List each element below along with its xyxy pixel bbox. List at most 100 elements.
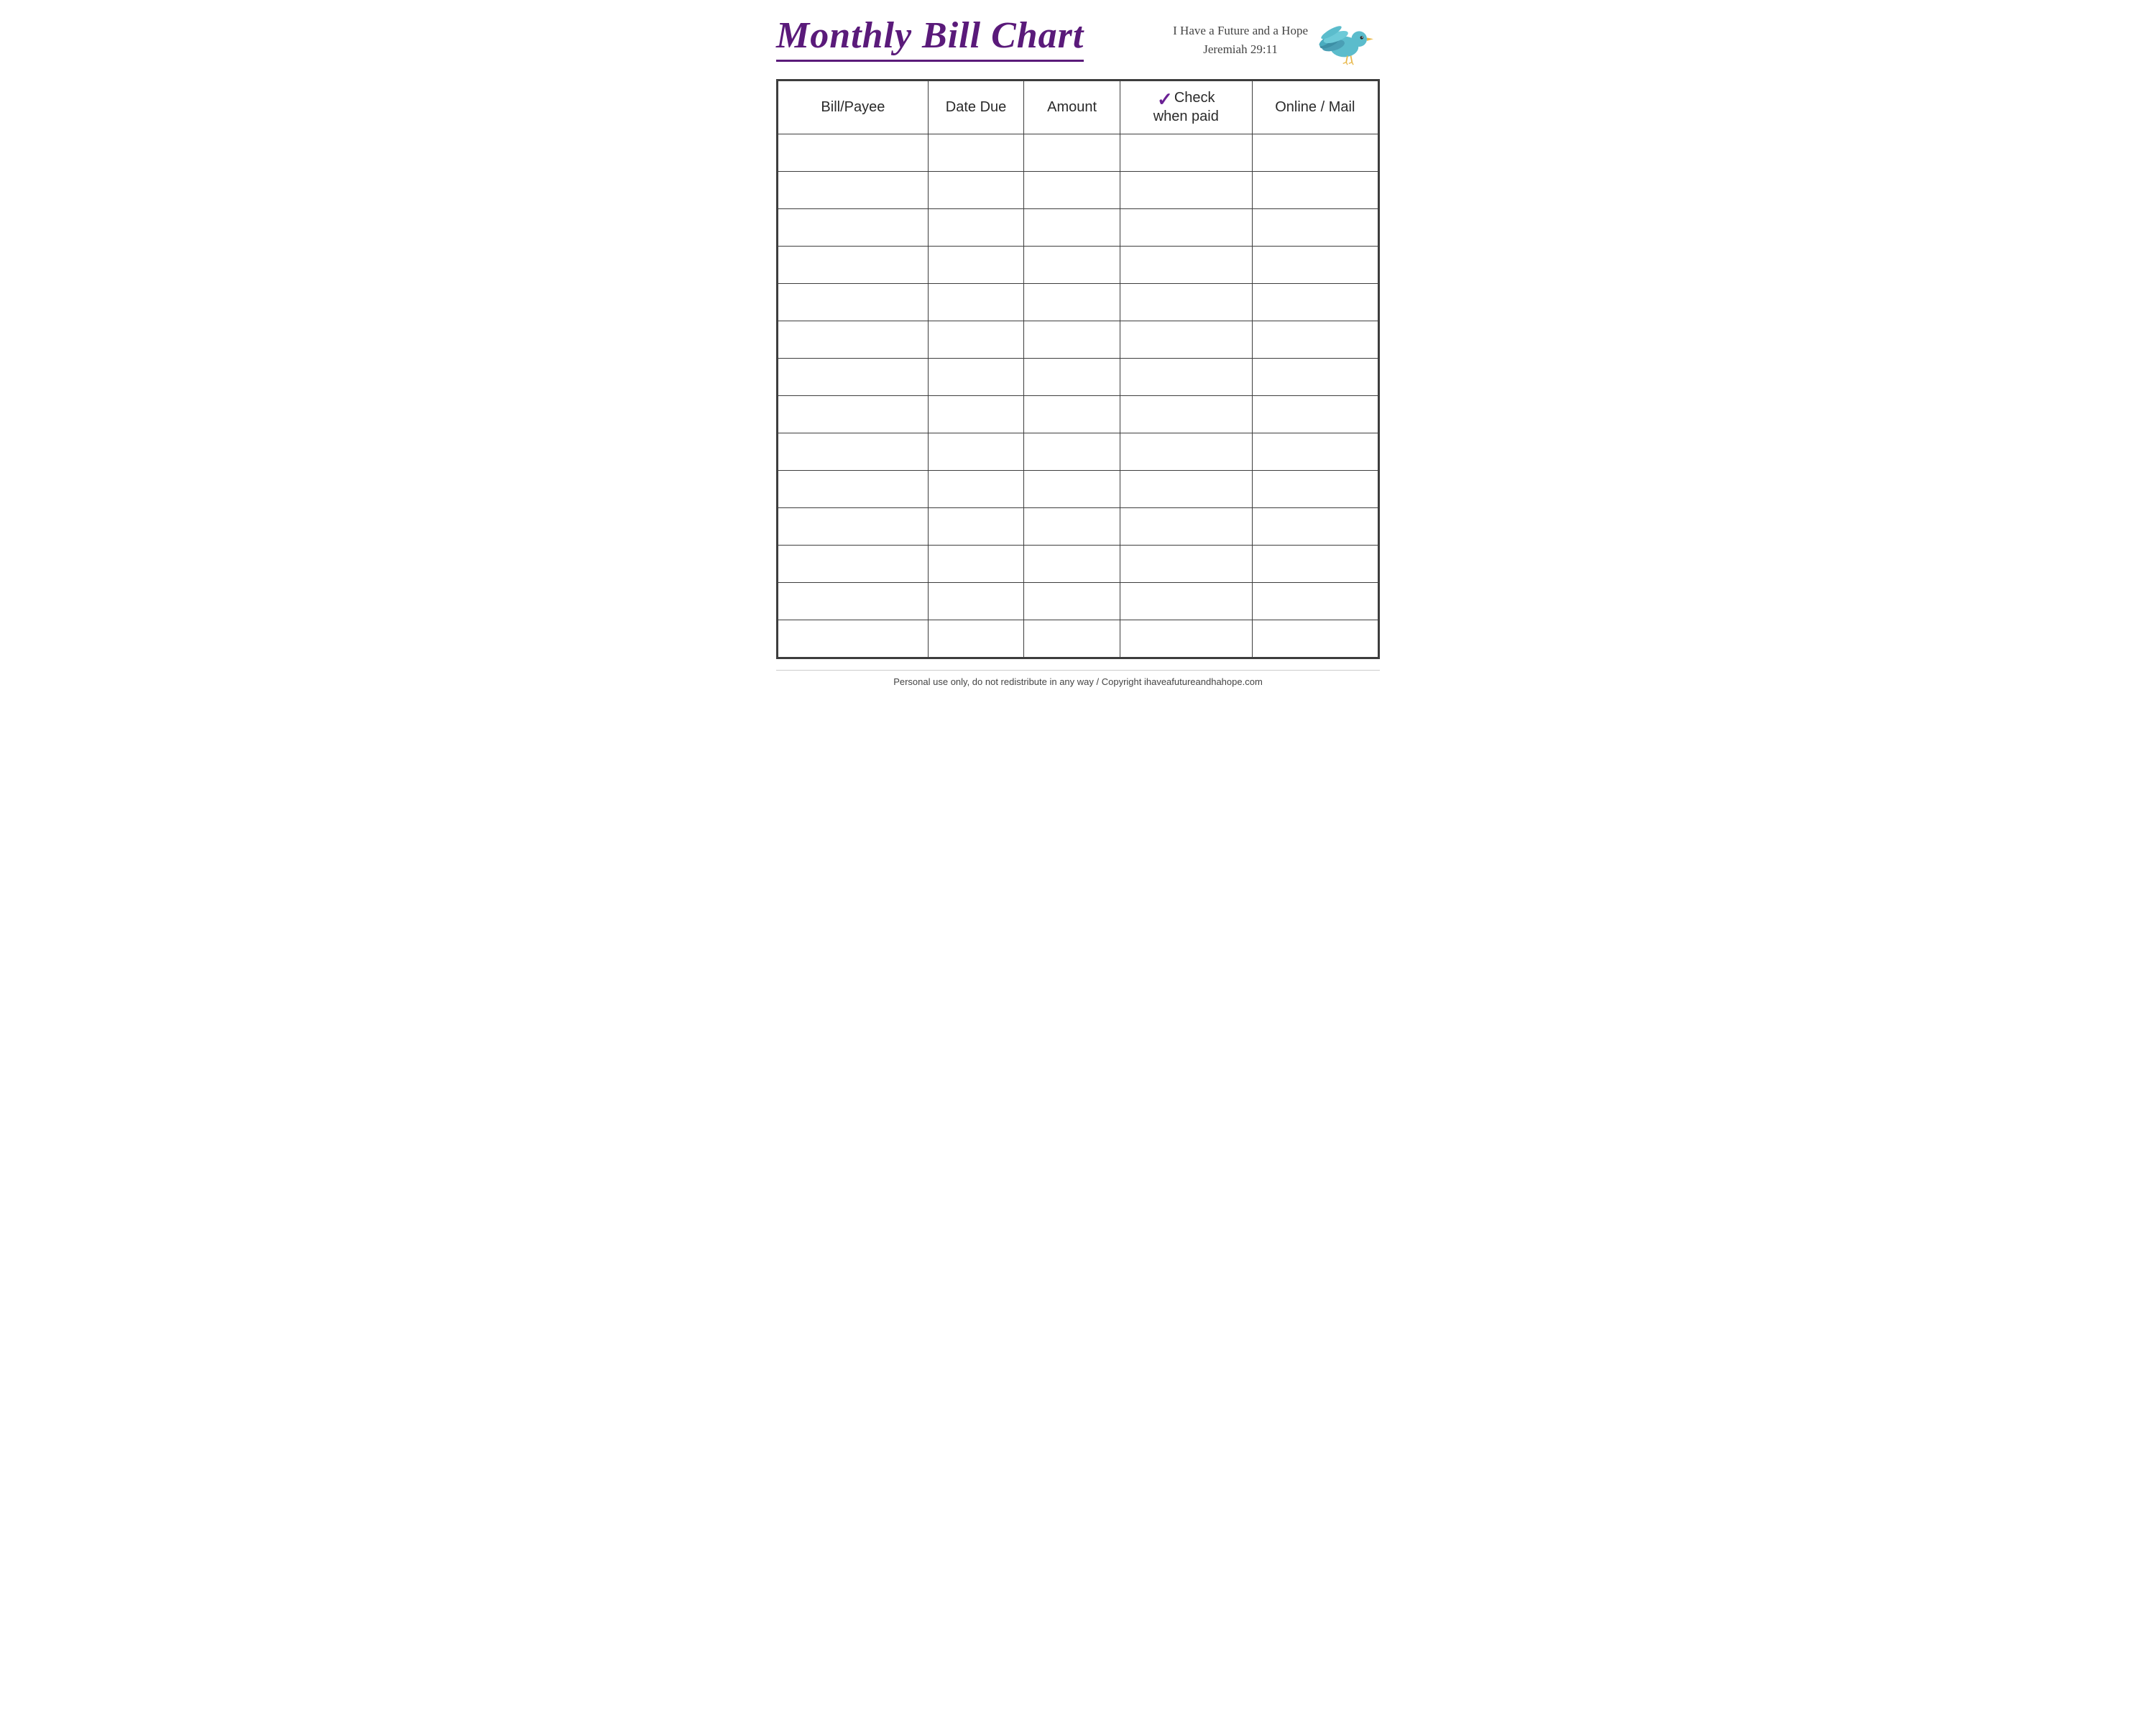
page-title: Monthly Bill Chart: [776, 14, 1084, 62]
table-row: [778, 359, 1378, 396]
table-cell: [928, 508, 1024, 546]
table-cell: [1024, 284, 1120, 321]
table-row: [778, 583, 1378, 620]
table-cell: [778, 396, 929, 433]
table-row: [778, 396, 1378, 433]
table-cell: [1252, 209, 1378, 247]
bill-chart-table: Bill/Payee Date Due Amount ✓ Check when …: [778, 80, 1378, 658]
table-cell: [1120, 247, 1252, 284]
table-cell: [928, 620, 1024, 658]
table-cell: [1024, 396, 1120, 433]
table-cell: [1120, 134, 1252, 172]
table-cell: [928, 247, 1024, 284]
table-cell: [778, 433, 929, 471]
table-cell: [928, 134, 1024, 172]
table-cell: [1024, 209, 1120, 247]
table-cell: [778, 620, 929, 658]
table-cell: [1120, 583, 1252, 620]
table-cell: [1120, 433, 1252, 471]
table-cell: [1120, 172, 1252, 209]
table-row: [778, 321, 1378, 359]
table-cell: [1120, 284, 1252, 321]
table-row: [778, 546, 1378, 583]
table-cell: [1024, 583, 1120, 620]
table-cell: [1252, 620, 1378, 658]
table-cell: [778, 134, 929, 172]
table-cell: [1252, 247, 1378, 284]
subtitle-line1: I Have a Future and a Hope: [1173, 22, 1308, 40]
table-cell: [928, 471, 1024, 508]
table-cell: [1120, 359, 1252, 396]
table-cell: [1252, 433, 1378, 471]
table-cell: [1252, 321, 1378, 359]
table-cell: [928, 209, 1024, 247]
table-cell: [1252, 583, 1378, 620]
table-cell: [928, 396, 1024, 433]
subtitle-area: I Have a Future and a Hope Jeremiah 29:1…: [1173, 22, 1308, 58]
table-cell: [1252, 172, 1378, 209]
col-header-check: ✓ Check when paid: [1120, 81, 1252, 134]
table-cell: [778, 209, 929, 247]
table-cell: [1120, 396, 1252, 433]
col-header-date: Date Due: [928, 81, 1024, 134]
table-cell: [778, 359, 929, 396]
table-cell: [778, 546, 929, 583]
table-cell: [1252, 471, 1378, 508]
table-cell: [778, 583, 929, 620]
table-cell: [1120, 471, 1252, 508]
table-cell: [1024, 172, 1120, 209]
table-row: [778, 172, 1378, 209]
table-cell: [778, 508, 929, 546]
table-cell: [1120, 546, 1252, 583]
table-cell: [1252, 396, 1378, 433]
table-cell: [1024, 508, 1120, 546]
bill-chart-table-wrapper: Bill/Payee Date Due Amount ✓ Check when …: [776, 79, 1380, 659]
table-cell: [1120, 321, 1252, 359]
table-cell: [1024, 134, 1120, 172]
table-cell: [928, 546, 1024, 583]
table-row: [778, 620, 1378, 658]
table-cell: [1024, 620, 1120, 658]
table-cell: [1024, 247, 1120, 284]
col-header-payee: Bill/Payee: [778, 81, 929, 134]
footer: Personal use only, do not redistribute i…: [776, 670, 1380, 687]
table-body: [778, 134, 1378, 658]
table-cell: [1024, 321, 1120, 359]
check-checkmark: ✓: [1157, 90, 1173, 109]
table-cell: [1024, 433, 1120, 471]
table-cell: [928, 284, 1024, 321]
table-cell: [1024, 546, 1120, 583]
table-cell: [778, 471, 929, 508]
table-cell: [1252, 359, 1378, 396]
table-row: [778, 134, 1378, 172]
table-row: [778, 209, 1378, 247]
check-subtext: when paid: [1153, 109, 1219, 125]
table-cell: [778, 247, 929, 284]
title-area: Monthly Bill Chart: [776, 14, 1084, 62]
table-cell: [928, 433, 1024, 471]
table-row: [778, 433, 1378, 471]
table-cell: [778, 284, 929, 321]
table-cell: [1120, 508, 1252, 546]
table-cell: [928, 321, 1024, 359]
page-header: Monthly Bill Chart I Have a Future and a…: [776, 14, 1380, 68]
table-row: [778, 471, 1378, 508]
table-cell: [928, 583, 1024, 620]
table-header-row: Bill/Payee Date Due Amount ✓ Check when …: [778, 81, 1378, 134]
col-header-amount: Amount: [1024, 81, 1120, 134]
col-header-online: Online / Mail: [1252, 81, 1378, 134]
table-cell: [928, 359, 1024, 396]
table-cell: [1024, 471, 1120, 508]
bird-decoration: [1315, 14, 1380, 65]
table-cell: [778, 172, 929, 209]
table-row: [778, 508, 1378, 546]
table-cell: [1252, 284, 1378, 321]
table-cell: [1252, 508, 1378, 546]
table-cell: [928, 172, 1024, 209]
table-row: [778, 247, 1378, 284]
table-cell: [1120, 620, 1252, 658]
table-cell: [1120, 209, 1252, 247]
table-cell: [1252, 546, 1378, 583]
check-text: Check: [1174, 90, 1215, 106]
table-cell: [1024, 359, 1120, 396]
